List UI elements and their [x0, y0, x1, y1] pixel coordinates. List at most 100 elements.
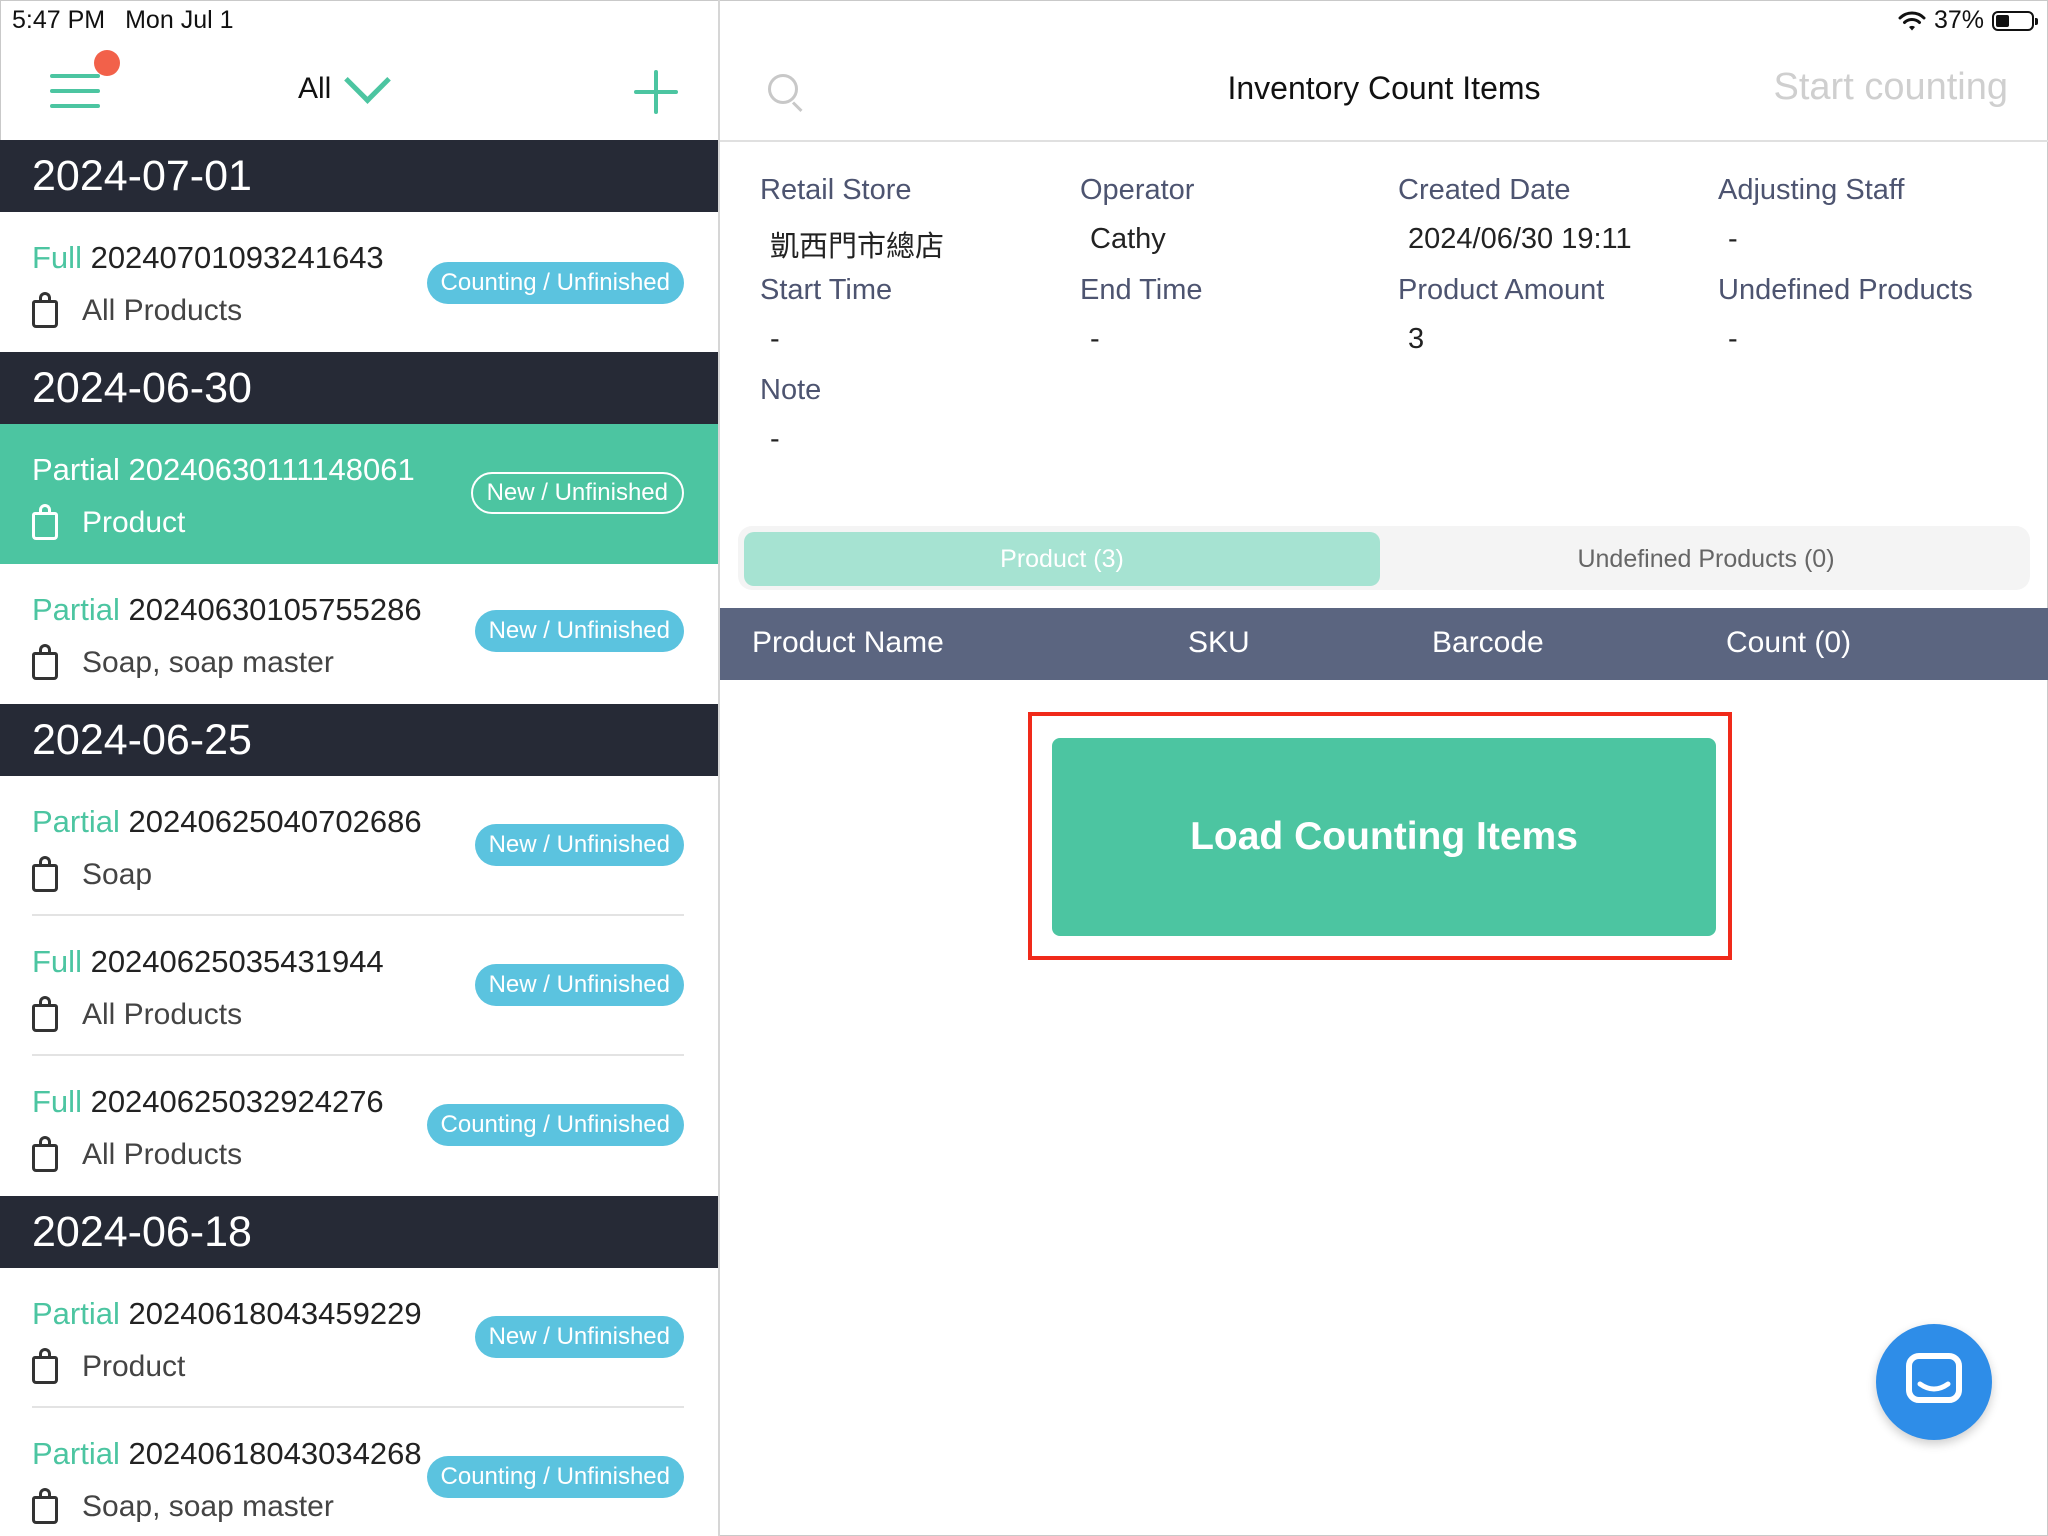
item-type: Full: [32, 944, 82, 979]
list-toolbar: All: [0, 40, 718, 140]
item-scope: All Products: [82, 1138, 243, 1171]
item-scope: All Products: [82, 294, 243, 327]
field-value: -: [1728, 223, 1738, 255]
status-bar-left: 5:47 PM Mon Jul 1: [12, 6, 234, 35]
tab-product[interactable]: Product (3): [744, 532, 1380, 586]
column-header: Count (0): [1726, 626, 1852, 659]
created-date-field: Created Date 2024/06/30 19:11: [1398, 174, 1698, 256]
status-badge: New / Unfinished: [470, 472, 684, 514]
date-header: 2024-06-25: [0, 704, 718, 776]
item-id: 20240625035431944: [90, 944, 384, 979]
start-time-field: Start Time -: [760, 274, 1060, 356]
item-id: 20240701093241643: [90, 240, 384, 275]
column-header: SKU: [1188, 626, 1250, 659]
item-id: 20240625032924276: [90, 1084, 384, 1119]
shopping-bag-icon: [32, 1488, 58, 1524]
shopping-bag-icon: [32, 1136, 58, 1172]
end-time-field: End Time -: [1080, 274, 1380, 356]
item-id: 20240618043459229: [128, 1296, 422, 1331]
chat-button[interactable]: [1876, 1324, 1992, 1440]
field-label: Product Amount: [1398, 274, 1605, 306]
operator-field: Operator Cathy: [1080, 174, 1380, 256]
shopping-bag-icon: [32, 996, 58, 1032]
field-label: Undefined Products: [1718, 274, 1973, 306]
item-type: Partial: [32, 452, 120, 487]
item-type: Partial: [32, 804, 120, 839]
field-value: -: [770, 423, 780, 455]
column-header: Barcode: [1432, 626, 1544, 659]
start-counting-button[interactable]: Start counting: [1774, 66, 2008, 109]
status-badge: New / Unfinished: [474, 610, 684, 652]
detail-panel: Inventory Count Items Start counting Ret…: [720, 0, 2048, 1536]
undefined-products-field: Undefined Products -: [1718, 274, 2018, 356]
status-badge: Counting / Unfinished: [426, 1456, 684, 1498]
field-value: -: [1090, 323, 1100, 355]
note-field: Note -: [760, 374, 1060, 456]
item-id: 20240625040702686: [128, 804, 422, 839]
segmented-control: Product (3) Undefined Products (0): [738, 526, 2030, 590]
filter-dropdown[interactable]: All: [298, 56, 392, 106]
load-counting-items-button[interactable]: Load Counting Items: [1052, 738, 1716, 936]
list-item[interactable]: Partial 20240630105755286 Soap, soap mas…: [0, 564, 718, 704]
status-time: 5:47 PM: [12, 6, 106, 34]
item-scope: Soap, soap master: [82, 1490, 334, 1523]
adjusting-staff-field: Adjusting Staff -: [1718, 174, 2018, 256]
shopping-bag-icon: [32, 856, 58, 892]
item-type: Partial: [32, 1436, 120, 1471]
item-type: Full: [32, 1084, 82, 1119]
detail-header: Inventory Count Items Start counting: [720, 40, 2048, 142]
retail-store-field: Retail Store 凱西門市總店: [760, 174, 1060, 265]
shopping-bag-icon: [32, 644, 58, 680]
field-value: Cathy: [1090, 223, 1166, 255]
list-item[interactable]: Full 20240625032924276 All Products Coun…: [0, 1056, 718, 1196]
item-id: 20240630111148061: [128, 452, 415, 487]
date-header: 2024-07-01: [0, 140, 718, 212]
field-label: Created Date: [1398, 174, 1571, 206]
status-badge: New / Unfinished: [474, 824, 684, 866]
field-label: Note: [760, 374, 822, 406]
item-scope: All Products: [82, 998, 243, 1031]
menu-icon[interactable]: [50, 74, 100, 108]
item-id: 20240618043034268: [128, 1436, 422, 1471]
shopping-bag-icon: [32, 504, 58, 540]
status-date: Mon Jul 1: [125, 6, 234, 34]
tab-undefined-products[interactable]: Undefined Products (0): [1388, 532, 2024, 586]
field-value: 2024/06/30 19:11: [1408, 223, 1632, 255]
column-header: Product Name: [752, 626, 944, 659]
table-header: Product Name SKU Barcode Count (0): [720, 608, 2048, 680]
item-type: Full: [32, 240, 82, 275]
item-type: Partial: [32, 592, 120, 627]
field-label: Adjusting Staff: [1718, 174, 1905, 206]
list-item[interactable]: Partial 20240625040702686 Soap New / Unf…: [0, 776, 718, 916]
date-header: 2024-06-30: [0, 352, 718, 424]
item-id: 20240630105755286: [128, 592, 422, 627]
filter-label: All: [298, 72, 332, 105]
shopping-bag-icon: [32, 1348, 58, 1384]
list-item[interactable]: Partial 20240630111148061 Product New / …: [0, 424, 718, 564]
product-amount-field: Product Amount 3: [1398, 274, 1698, 356]
list-item[interactable]: Partial 20240618043459229 Product New / …: [0, 1268, 718, 1408]
list-item[interactable]: Full 20240701093241643 All Products Coun…: [0, 212, 718, 352]
inventory-list-panel: All 2024-07-01 Full 20240701093241643 Al…: [0, 0, 720, 1536]
list-item[interactable]: Partial 20240618043034268 Soap, soap mas…: [0, 1408, 718, 1536]
shopping-bag-icon: [32, 292, 58, 328]
field-label: Start Time: [760, 274, 893, 306]
date-header: 2024-06-18: [0, 1196, 718, 1268]
field-value: 3: [1408, 323, 1425, 355]
field-label: Operator: [1080, 174, 1195, 206]
status-badge: New / Unfinished: [474, 964, 684, 1006]
list-item[interactable]: Full 20240625035431944 All Products New …: [0, 916, 718, 1056]
status-badge: Counting / Unfinished: [426, 1104, 684, 1146]
chat-icon: [1906, 1353, 1962, 1403]
field-value: -: [770, 323, 780, 355]
add-icon[interactable]: [634, 70, 678, 114]
field-label: End Time: [1080, 274, 1203, 306]
status-badge: New / Unfinished: [474, 1316, 684, 1358]
item-type: Partial: [32, 1296, 120, 1331]
item-scope: Soap: [82, 858, 153, 891]
field-label: Retail Store: [760, 174, 912, 206]
item-scope: Soap, soap master: [82, 646, 334, 679]
notification-dot: [94, 50, 120, 76]
item-scope: Product: [82, 506, 186, 539]
field-value: -: [1728, 323, 1738, 355]
